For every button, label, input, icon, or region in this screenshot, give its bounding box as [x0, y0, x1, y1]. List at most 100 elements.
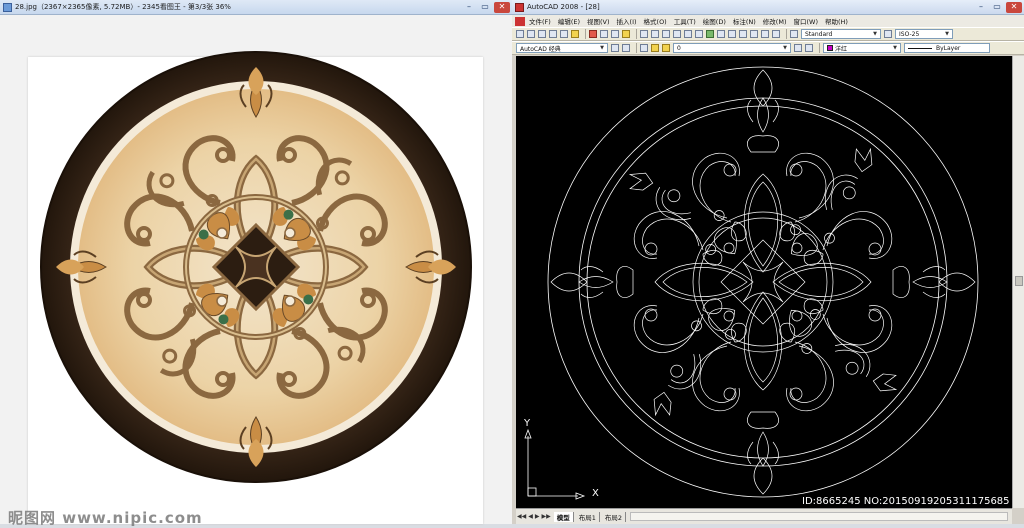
image-id-watermark: ID:8665245 NO:20150919205311175685 — [802, 496, 1010, 507]
menu-file[interactable]: 文件(F) — [529, 16, 551, 26]
help-icon[interactable] — [772, 30, 780, 38]
layer-freeze-icon[interactable] — [662, 44, 670, 52]
menu-draw[interactable]: 绘图(D) — [703, 16, 726, 26]
dim-style-select[interactable]: ISO-25 ▼ — [895, 29, 953, 39]
design-center-icon[interactable] — [717, 30, 725, 38]
calculator-icon[interactable] — [761, 30, 769, 38]
layout-tabbar: ◀◀ ◀ ▶ ▶▶ 模型 布局1 布局2 — [516, 508, 1012, 524]
first-tab-icon[interactable]: ◀◀ — [517, 513, 526, 520]
workspace-settings-icon[interactable] — [611, 44, 619, 52]
preview-icon[interactable] — [560, 30, 568, 38]
zoom-realtime-icon[interactable] — [673, 30, 681, 38]
menu-dimension[interactable]: 标注(N) — [733, 16, 756, 26]
redo-icon[interactable] — [651, 30, 659, 38]
toolbar-separator — [786, 29, 787, 39]
open-icon[interactable] — [527, 30, 535, 38]
doc-icon[interactable] — [515, 16, 525, 26]
toolbar-separator — [636, 29, 637, 39]
acad-restore-button[interactable]: ▭ — [990, 2, 1004, 13]
chevron-down-icon: ▼ — [873, 31, 877, 37]
cad-medallion-drawing — [524, 66, 979, 500]
toolbar-separator — [585, 29, 586, 39]
new-icon[interactable] — [516, 30, 524, 38]
autocad-window: AutoCAD 2008 - [28] – ▭ ✕ 文件(F) 编辑(E) 视图… — [512, 0, 1024, 524]
viewer-minimize-button[interactable]: – — [462, 2, 476, 13]
prev-tab-icon[interactable]: ◀ — [528, 513, 533, 520]
match-properties-icon[interactable] — [622, 30, 630, 38]
print-icon[interactable] — [549, 30, 557, 38]
layer-manager-icon[interactable] — [640, 44, 648, 52]
viewer-restore-button[interactable]: ▭ — [478, 2, 492, 13]
menu-window[interactable]: 窗口(W) — [793, 16, 818, 26]
watermark-text: 昵图网 www.nipic.com — [8, 509, 203, 527]
sheet-set-icon[interactable] — [739, 30, 747, 38]
workspace-select[interactable]: AutoCAD 经典 ▼ — [516, 43, 608, 53]
undo-icon[interactable] — [640, 30, 648, 38]
save-icon[interactable] — [538, 30, 546, 38]
layer-value: 0 — [677, 44, 681, 52]
pan-icon[interactable] — [662, 30, 670, 38]
workspace-save-icon[interactable] — [622, 44, 630, 52]
zoom-previous-icon[interactable] — [695, 30, 703, 38]
ucs-y-label: Y — [524, 418, 531, 429]
last-tab-icon[interactable]: ▶▶ — [541, 513, 550, 520]
tab-model[interactable]: 模型 — [553, 511, 574, 522]
acad-menubar: 文件(F) 编辑(E) 视图(V) 插入(I) 格式(O) 工具(T) 绘图(D… — [512, 15, 1024, 27]
acad-close-button[interactable]: ✕ — [1006, 1, 1022, 13]
dim-style-icon[interactable] — [884, 30, 892, 38]
linetype-swatch — [908, 47, 932, 49]
model-space-canvas[interactable]: Y X — [516, 56, 1012, 508]
linetype-select[interactable]: ByLayer — [904, 43, 990, 53]
acad-minimize-button[interactable]: – — [974, 2, 988, 13]
viewer-canvas: 昵图网 www.nipic.com — [0, 15, 512, 527]
autocad-app-icon — [515, 2, 524, 12]
menu-edit[interactable]: 编辑(E) — [558, 16, 580, 26]
horizontal-scrollbar[interactable] — [630, 512, 1008, 521]
properties-icon[interactable] — [706, 30, 714, 38]
menu-insert[interactable]: 插入(I) — [617, 16, 637, 26]
next-tab-icon[interactable]: ▶ — [535, 513, 540, 520]
scrollbar-thumb[interactable] — [1015, 276, 1023, 286]
dim-style-value: ISO-25 — [899, 30, 920, 38]
layer-on-icon[interactable] — [651, 44, 659, 52]
marble-medallion-image — [40, 51, 472, 483]
menu-modify[interactable]: 修改(M) — [763, 16, 787, 26]
layer-select[interactable]: 0 ▼ — [673, 43, 791, 53]
markup-icon[interactable] — [750, 30, 758, 38]
chevron-down-icon: ▼ — [893, 45, 897, 51]
tab-layout2[interactable]: 布局2 — [602, 511, 626, 522]
color-select[interactable]: 洋红 ▼ — [823, 43, 901, 53]
viewer-title: 28.jpg（2367×2365像素, 5.72MB）- 2345看图王 - 第… — [15, 3, 231, 11]
cut-icon[interactable] — [589, 30, 597, 38]
make-current-icon[interactable] — [794, 44, 802, 52]
publish-icon[interactable] — [571, 30, 579, 38]
toolbar-separator — [819, 43, 820, 53]
text-style-icon[interactable] — [790, 30, 798, 38]
paste-icon[interactable] — [611, 30, 619, 38]
layers-toolbar: AutoCAD 经典 ▼ 0 ▼ 洋红 ▼ ByLayer — [512, 41, 1024, 55]
viewer-close-button[interactable]: ✕ — [494, 1, 510, 13]
tab-layout1[interactable]: 布局1 — [576, 511, 600, 522]
zoom-window-icon[interactable] — [684, 30, 692, 38]
acad-titlebar[interactable]: AutoCAD 2008 - [28] – ▭ ✕ — [512, 0, 1024, 15]
ucs-icon — [524, 428, 586, 500]
menu-view[interactable]: 视图(V) — [587, 16, 610, 26]
menu-tools[interactable]: 工具(T) — [674, 16, 696, 26]
ucs-x-label: X — [592, 488, 599, 499]
magenta-swatch — [827, 45, 833, 51]
acad-title: AutoCAD 2008 - [28] — [527, 3, 600, 11]
tool-palettes-icon[interactable] — [728, 30, 736, 38]
menu-help[interactable]: 帮助(H) — [825, 16, 848, 26]
chevron-down-icon: ▼ — [783, 45, 787, 51]
standard-toolbar: Standard ▼ ISO-25 ▼ — [512, 27, 1024, 41]
color-value: 洋红 — [835, 45, 848, 53]
layer-previous-icon[interactable] — [805, 44, 813, 52]
menu-format[interactable]: 格式(O) — [644, 16, 667, 26]
text-style-select[interactable]: Standard ▼ — [801, 29, 881, 39]
toolbar-separator — [636, 43, 637, 53]
linetype-value: ByLayer — [936, 44, 961, 52]
copy-icon[interactable] — [600, 30, 608, 38]
workspace-value: AutoCAD 经典 — [520, 45, 561, 53]
vertical-scrollbar[interactable] — [1012, 56, 1024, 508]
viewer-titlebar[interactable]: 28.jpg（2367×2365像素, 5.72MB）- 2345看图王 - 第… — [0, 0, 512, 15]
